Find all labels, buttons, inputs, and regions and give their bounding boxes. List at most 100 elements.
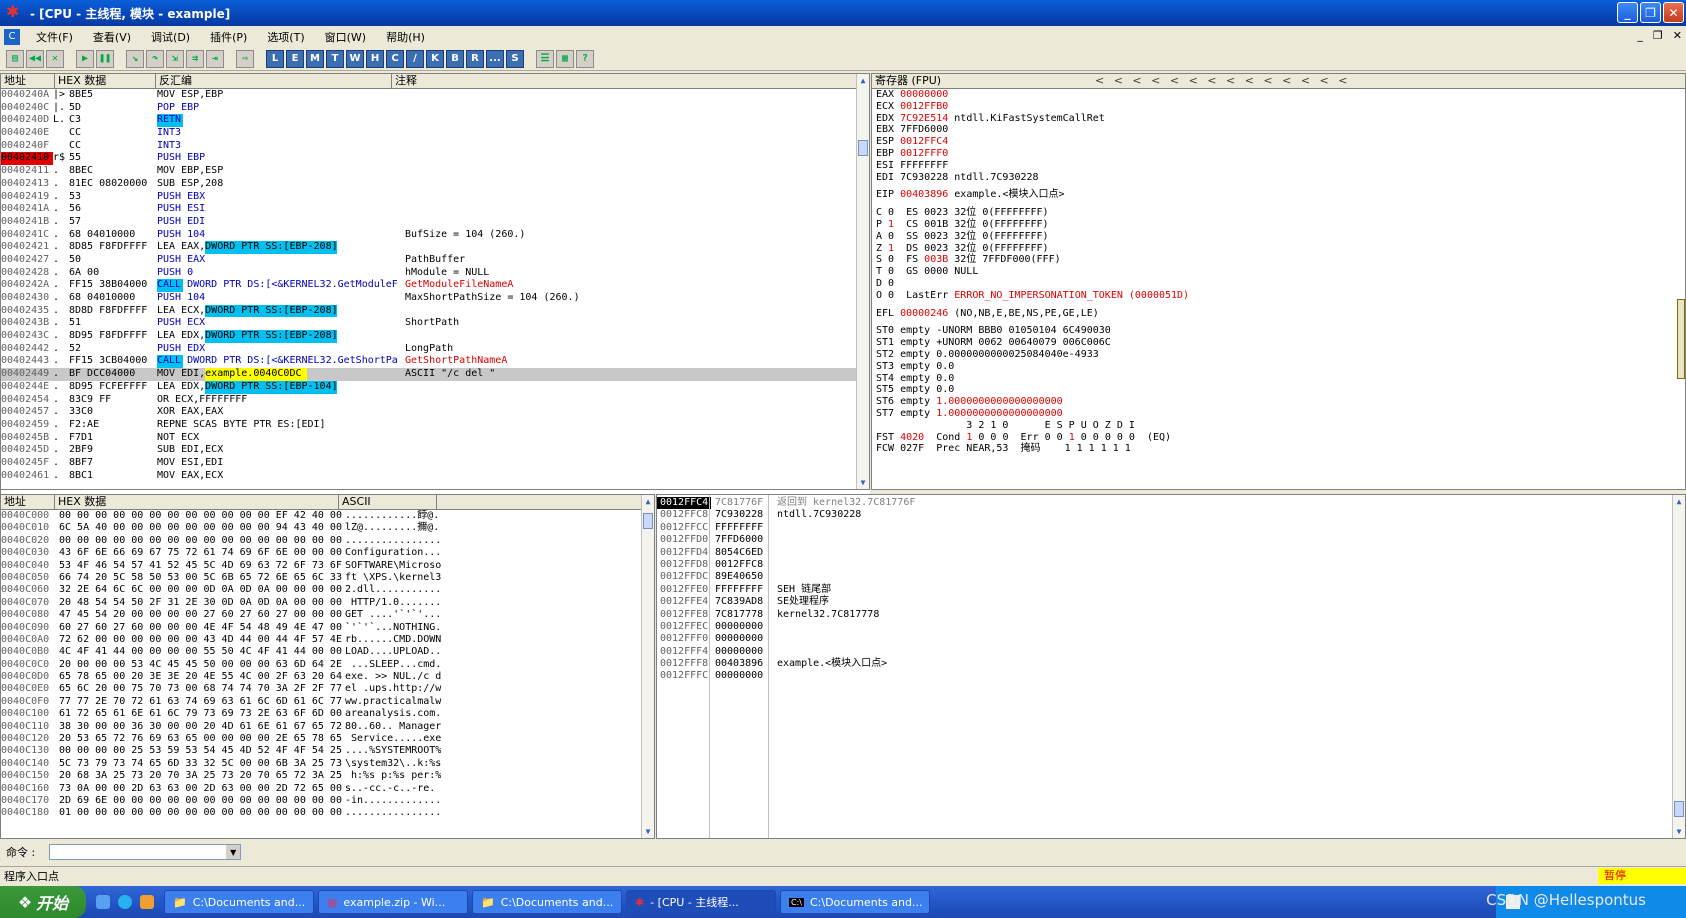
dump-row[interactable]: 0040C010 6C 5A 40 00 00 00 00 00 00 00 00…	[1, 522, 654, 534]
disasm-row[interactable]: 0040244E. 8D95 FCFEFFFF LEA EDX,DWORD PTR …	[1, 380, 869, 394]
stack-scroll-thumb[interactable]	[1674, 801, 1684, 817]
dump-row[interactable]: 0040C060 32 2E 64 6C 6C 00 00 00 0D 0A 0D…	[1, 584, 654, 596]
disasm-row[interactable]: 00402449. BF DCC04000 MOV EDI,example.0040…	[1, 368, 869, 381]
dump-row[interactable]: 0040C160 73 0A 00 00 2D 63 63 00 2D 63 00…	[1, 783, 654, 795]
dump-row[interactable]: 0040C150 20 68 3A 25 73 20 70 3A 25 73 20…	[1, 770, 654, 782]
minimize-button[interactable]: _	[1617, 2, 1638, 23]
register-line[interactable]: EDX 7C92E514 ntdll.KiFastSystemCallRet	[876, 113, 1685, 125]
dump-col-hex[interactable]: HEX 数据	[55, 495, 339, 509]
dump-row[interactable]: 0040C170 2D 69 6E 00 00 00 00 00 00 00 00…	[1, 795, 654, 807]
register-line[interactable]: EFL 00000246 (NO,NB,E,BE,NS,PE,GE,LE)	[876, 308, 1685, 320]
register-line[interactable]: EBX 7FFD6000	[876, 124, 1685, 136]
dump-row[interactable]: 0040C110 38 30 00 00 36 30 00 00 20 4D 61…	[1, 721, 654, 733]
disasm-row[interactable]: 00402461. 8BC1 MOV EAX,ECX	[1, 470, 869, 483]
stack-row[interactable]: 0012FFF8 00403896 example.<模块入口点>	[657, 658, 1685, 670]
dump-row[interactable]: 0040C0C0 20 00 00 00 53 4C 45 45 50 00 00…	[1, 659, 654, 671]
dump-row[interactable]: 0040C020 00 00 00 00 00 00 00 00 00 00 00…	[1, 535, 654, 547]
stack-scrollbar[interactable]: ▲ ▼	[1672, 495, 1685, 838]
scroll-up-icon[interactable]: ▲	[857, 74, 869, 87]
dump-row[interactable]: 0040C140 5C 73 79 73 74 65 6D 33 32 5C 00…	[1, 758, 654, 770]
register-line[interactable]: EAX 00000000	[876, 89, 1685, 101]
stack-row[interactable]: 0012FFD4 8054C6ED	[657, 547, 1685, 559]
register-line[interactable]: ST5 empty 0.0	[876, 384, 1685, 396]
references-window-button[interactable]: R	[466, 49, 484, 68]
dump-scroll-up-icon[interactable]: ▲	[642, 495, 654, 508]
modules-window-button[interactable]: E	[286, 49, 304, 68]
register-line[interactable]: EIP 00403896 example.<模块入口点>	[876, 189, 1685, 201]
stack-row[interactable]: 0012FFF4 00000000	[657, 646, 1685, 658]
disasm-row[interactable]: 00402459. F2:AE REPNE SCAS BYTE PTR ES:[ED…	[1, 419, 869, 432]
register-line[interactable]: O 0 LastErr ERROR_NO_IMPERSONATION_TOKEN…	[876, 290, 1685, 302]
disasm-row[interactable]: 0040240A |> 8BE5 MOV ESP,EBP	[1, 89, 869, 102]
stack-row[interactable]: 0012FFF0 00000000	[657, 633, 1685, 645]
col-header-hex[interactable]: HEX 数据	[55, 74, 156, 88]
stack-scroll-down-icon[interactable]: ▼	[1673, 825, 1685, 838]
stack-row[interactable]: 0012FFD0 7FFD6000	[657, 534, 1685, 546]
dump-row[interactable]: 0040C050 66 74 20 5C 58 50 53 00 5C 6B 65…	[1, 572, 654, 584]
dump-scroll-down-icon[interactable]: ▼	[642, 825, 654, 838]
register-line[interactable]: ST4 empty 0.0	[876, 373, 1685, 385]
disasm-row[interactable]: 0040240F CC INT3	[1, 140, 869, 153]
stack-row[interactable]: 0012FFFC 00000000	[657, 670, 1685, 682]
register-line[interactable]: A 0 SS 0023 32位 0(FFFFFFFF)	[876, 231, 1685, 243]
dump-col-address[interactable]: 地址	[1, 495, 55, 509]
dump-row[interactable]: 0040C0D0 65 78 65 00 20 3E 3E 20 4E 55 4C…	[1, 671, 654, 683]
disasm-row[interactable]: 0040241C. 68 04010000 PUSH 104 BufSize = 10…	[1, 229, 869, 242]
memory-window-button[interactable]: M	[306, 49, 324, 68]
stack-row[interactable]: 0012FFE4 7C839AD8 SE处理程序	[657, 596, 1685, 608]
mdi-minimize-button[interactable]: _	[1637, 29, 1643, 42]
trace-into-icon[interactable]: ⇲	[166, 49, 184, 68]
ie-icon[interactable]	[118, 895, 132, 909]
dump-scroll-thumb[interactable]	[643, 513, 653, 529]
col-header-disasm[interactable]: 反汇编	[156, 74, 392, 88]
runtrace-window-button[interactable]: ...	[486, 49, 504, 68]
disasm-row[interactable]: 00402411. 8BEC MOV EBP,ESP	[1, 165, 869, 178]
register-line[interactable]: C 0 ES 0023 32位 0(FFFFFFFF)	[876, 207, 1685, 219]
breakpoints-window-button[interactable]: B	[446, 49, 464, 68]
register-line[interactable]: D 0	[876, 278, 1685, 290]
close-program-icon[interactable]: ✕	[46, 49, 64, 68]
disasm-row[interactable]: 0040245B. F7D1 NOT ECX	[1, 432, 869, 445]
dump-row[interactable]: 0040C130 00 00 00 00 25 53 59 53 54 45 4D…	[1, 745, 654, 757]
disasm-row[interactable]: 0040245F. 8BF7 MOV ESI,EDI	[1, 457, 869, 470]
dump-row[interactable]: 0040C080 47 45 54 20 00 00 00 00 27 60 27…	[1, 609, 654, 621]
execute-till-return-icon[interactable]: ⇥	[206, 49, 224, 68]
menu-plugins[interactable]: 插件(P)	[200, 29, 257, 45]
disasm-row[interactable]: 00402427. 50 PUSH EAX PathBuffer	[1, 254, 869, 267]
show-desktop-icon[interactable]	[96, 895, 110, 909]
register-line[interactable]: Z 1 DS 0023 32位 0(FFFFFFFF)	[876, 243, 1685, 255]
pause-icon[interactable]: ❚❚	[96, 49, 114, 68]
patches-window-button[interactable]: /	[406, 49, 424, 68]
register-line[interactable]: T 0 GS 0000 NULL	[876, 266, 1685, 278]
register-line[interactable]: EDI 7C930228 ntdll.7C930228	[876, 172, 1685, 184]
disassembly-pane[interactable]: 地址 HEX 数据 反汇编 注释 0040240A |> 8BE5 MOV ESP,E…	[0, 73, 870, 490]
disasm-row[interactable]: 00402428. 6A 00 PUSH 0 hModule = NULL	[1, 267, 869, 280]
disasm-row[interactable]: 00402413. 81EC 08020000 SUB ESP,208	[1, 178, 869, 191]
task-explorer-1[interactable]: 📁 C:\Documents and...	[164, 890, 314, 914]
register-line[interactable]: EBP 0012FFF0	[876, 148, 1685, 160]
stack-pane[interactable]: 0012FFC4 7C81776F 返回到 kernel32.7C81776F 001…	[656, 494, 1686, 839]
disasm-row[interactable]: 0040242A. FF15 38B04000 CALL DWORD PTR DS:…	[1, 279, 869, 292]
scroll-thumb[interactable]	[858, 140, 868, 156]
register-line[interactable]: ST1 empty +UNORM 0062 00640079 006C006C	[876, 337, 1685, 349]
run-icon[interactable]: ▶	[76, 49, 94, 68]
help-icon[interactable]: ?	[576, 49, 594, 68]
scroll-down-icon[interactable]: ▼	[857, 476, 869, 489]
step-into-icon[interactable]: ↘	[126, 49, 144, 68]
register-line[interactable]: P 1 CS 001B 32位 0(FFFFFFFF)	[876, 219, 1685, 231]
register-line[interactable]: ESP 0012FFC4	[876, 136, 1685, 148]
col-header-comment[interactable]: 注释	[392, 74, 869, 88]
stack-row[interactable]: 0012FFCC FFFFFFFF	[657, 522, 1685, 534]
options-grid-icon[interactable]: ▦	[556, 49, 574, 68]
stack-row[interactable]: 0012FFDC 89E40650	[657, 571, 1685, 583]
disasm-row[interactable]: 0040245D. 2BF9 SUB EDI,ECX	[1, 444, 869, 457]
stack-row[interactable]: 0012FFC8 7C930228 ntdll.7C930228	[657, 509, 1685, 521]
menu-options[interactable]: 选项(T)	[257, 29, 314, 45]
register-line[interactable]: ST6 empty 1.0000000000000000000	[876, 396, 1685, 408]
disasm-row[interactable]: 0040240C |. 5D POP EBP	[1, 102, 869, 115]
register-line[interactable]: S 0 FS 003B 32位 7FFDF000(FFF)	[876, 254, 1685, 266]
dump-row[interactable]: 0040C000 00 00 00 00 00 00 00 00 00 00 00…	[1, 510, 654, 522]
disasm-row[interactable]: 00402410 r$ 55 PUSH EBP	[1, 152, 869, 166]
restart-icon[interactable]: ◀◀	[26, 49, 44, 68]
registers-scroll-thumb[interactable]	[1677, 299, 1685, 379]
